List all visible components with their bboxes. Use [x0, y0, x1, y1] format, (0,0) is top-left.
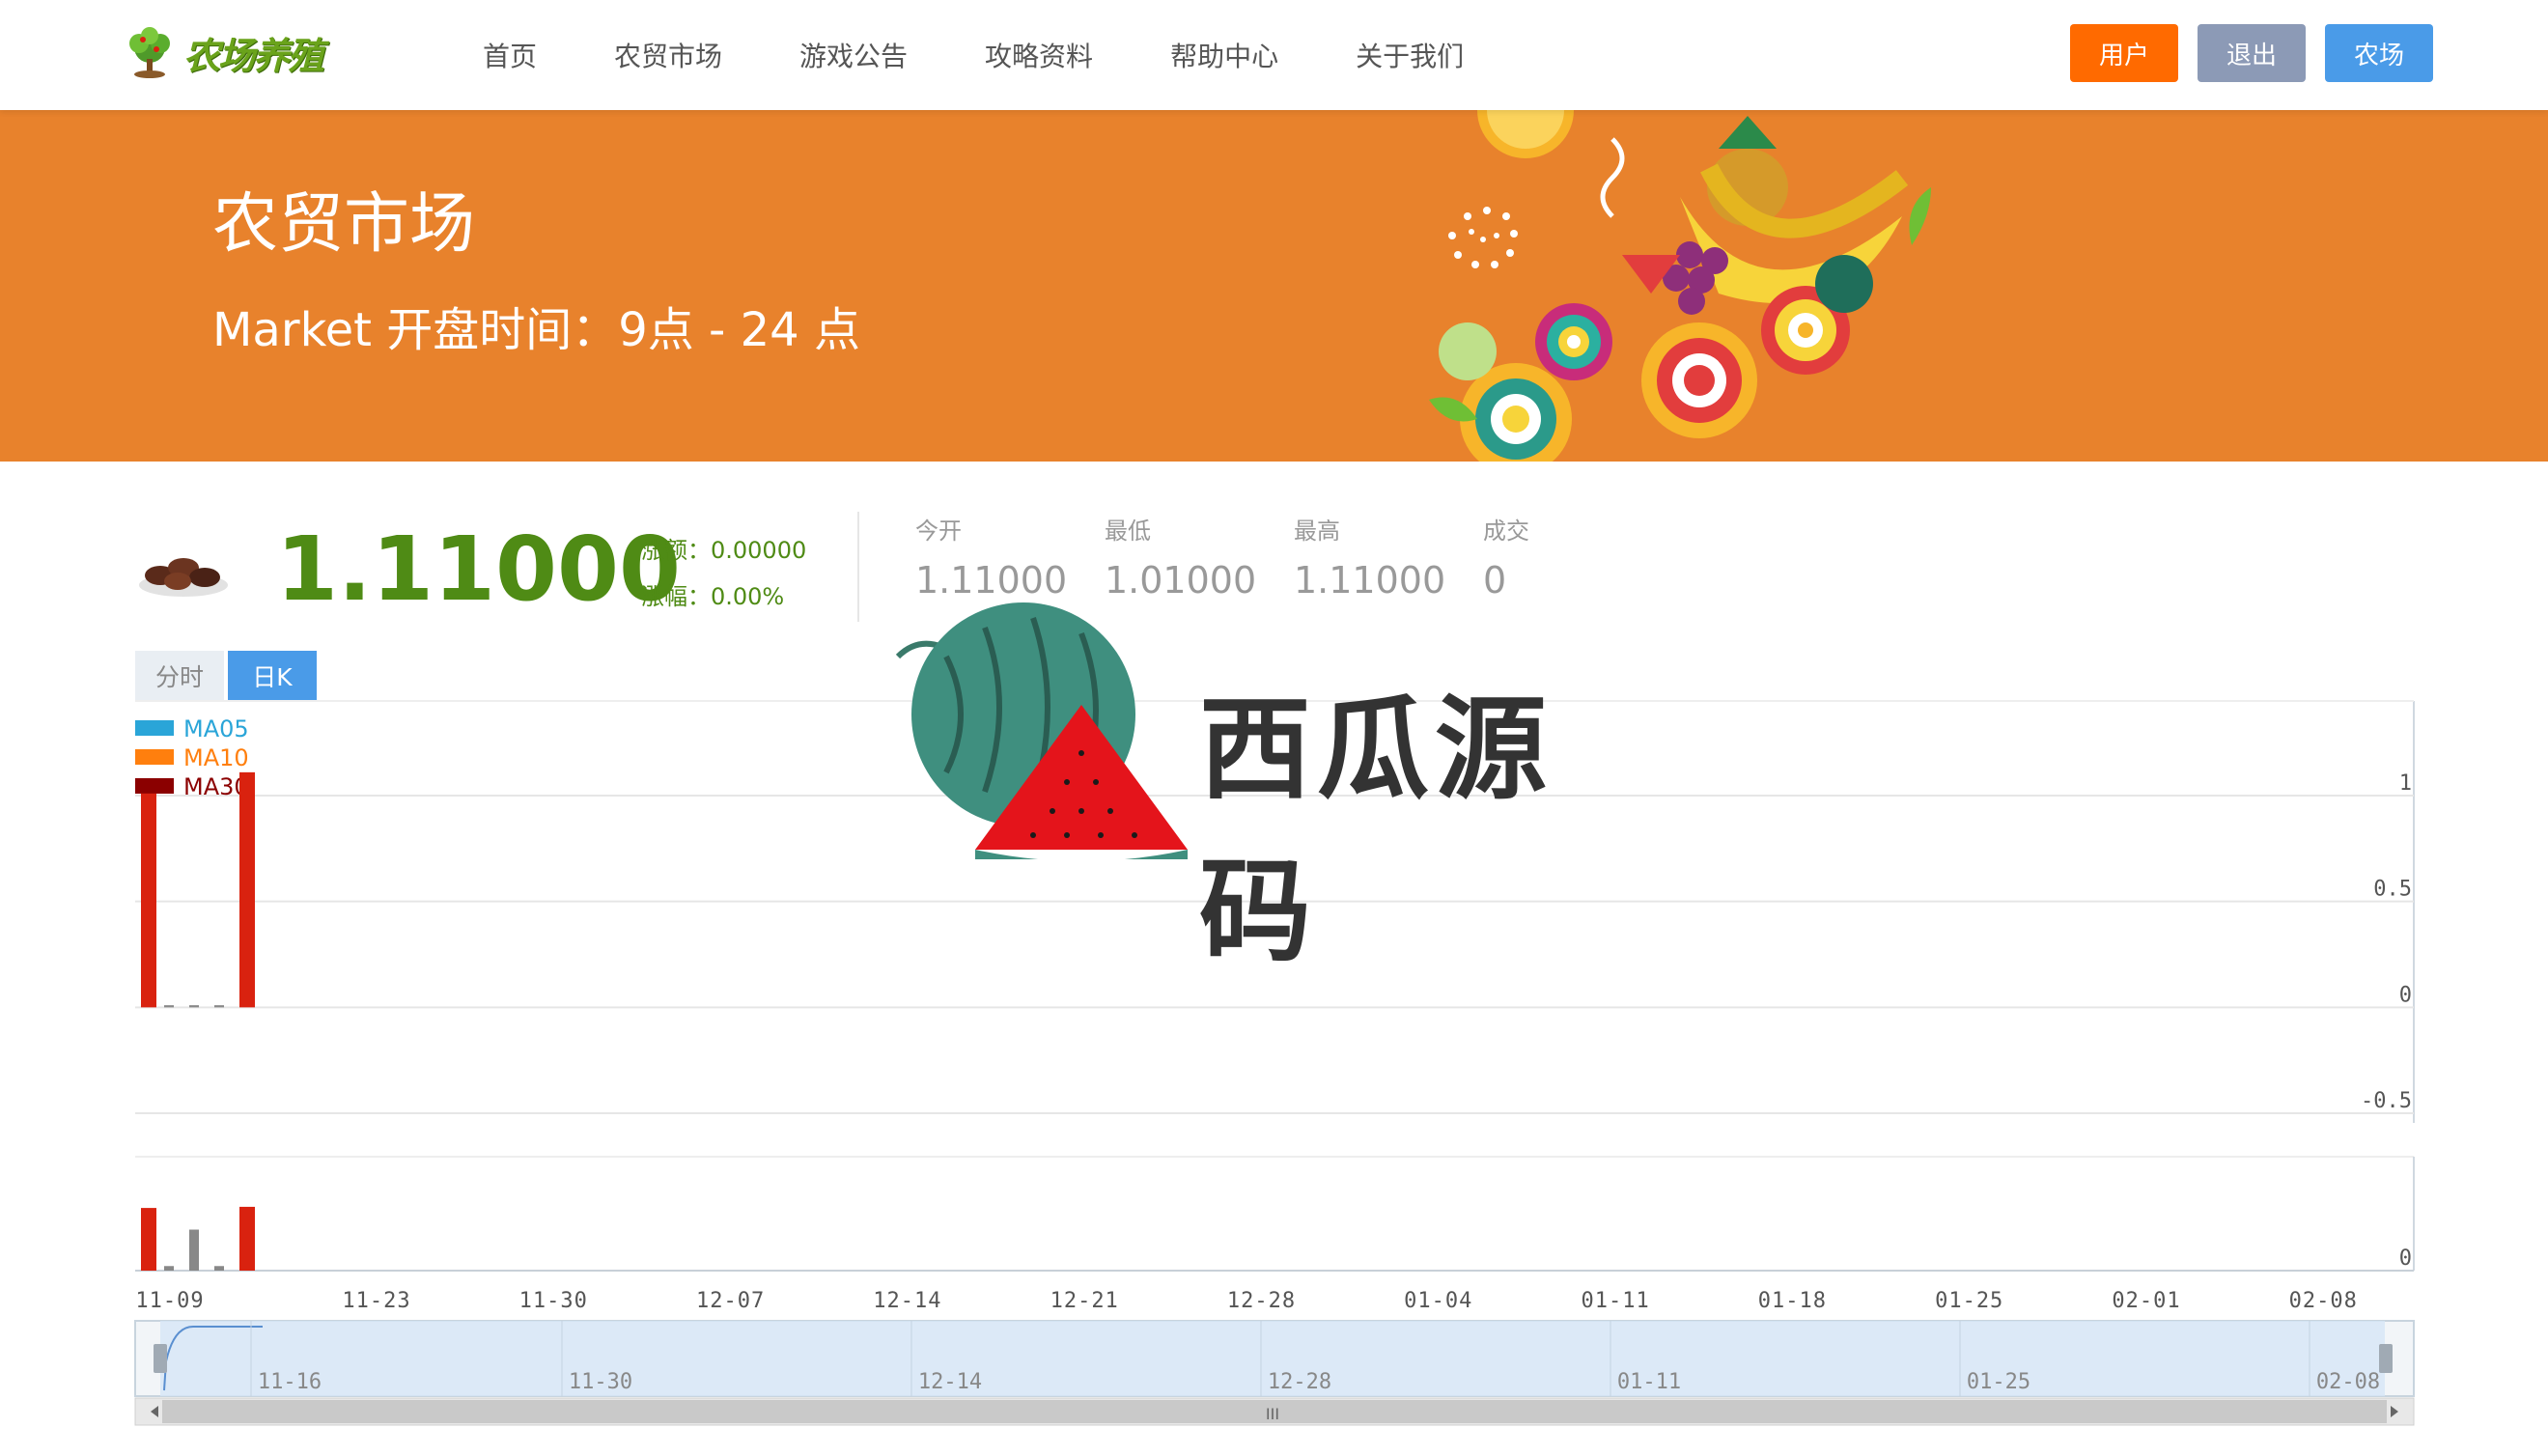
zoom-label: 01-11: [1617, 1370, 1681, 1394]
volume-bar: [214, 1266, 224, 1271]
site-logo[interactable]: 农场养殖: [122, 23, 324, 81]
zoom-label: 12-14: [918, 1370, 982, 1394]
x-axis-label: 01-18: [1758, 1289, 1827, 1313]
x-axis-label: 11-09: [135, 1289, 204, 1313]
x-axis-label: 12-28: [1227, 1289, 1296, 1313]
price-candle: [239, 771, 255, 1008]
x-axis-label: 01-25: [1935, 1289, 2003, 1313]
x-axis-label: 11-30: [519, 1289, 588, 1313]
farm-button[interactable]: 农场: [2325, 24, 2433, 82]
price-tick-label: 0: [2399, 983, 2412, 1007]
zoom-handle-right[interactable]: [2379, 1344, 2393, 1373]
stat-open-label: 今开: [915, 518, 962, 545]
nav-help[interactable]: 帮助中心: [1170, 36, 1278, 74]
legend-label: MA30: [183, 773, 249, 800]
volume-bar: [239, 1206, 255, 1271]
logo-text: 农场养殖: [183, 34, 324, 77]
zoom-handle-left[interactable]: [154, 1344, 167, 1373]
change-percent: 涨幅：0.00%: [641, 583, 785, 610]
x-axis-label: 01-04: [1404, 1289, 1472, 1313]
zoom-label: 01-25: [1967, 1370, 2030, 1394]
beans-icon: [139, 558, 228, 597]
zoom-label: 11-30: [569, 1370, 632, 1394]
x-axis-label: 11-23: [342, 1289, 410, 1313]
watermark-text: 西瓜源码: [1199, 685, 1553, 977]
stat-low-label: 最低: [1105, 518, 1151, 545]
banner-title: 农贸市场: [212, 186, 476, 263]
x-axis-label: 12-07: [696, 1289, 765, 1313]
main-nav: 首页 农贸市场 游戏公告 攻略资料 帮助中心 关于我们: [483, 0, 1541, 110]
price-candle: [164, 1005, 174, 1008]
stat-high-label: 最高: [1294, 518, 1340, 545]
x-axis-label: 02-08: [2289, 1289, 2358, 1313]
banner-subtitle: Market 开盘时间：9点 - 24 点: [212, 303, 860, 357]
x-axis-label: 01-11: [1581, 1289, 1649, 1313]
price-candle: [214, 1005, 224, 1008]
volume-bar: [141, 1208, 156, 1271]
legend-swatch: [135, 778, 174, 794]
current-price: 1.11000: [276, 518, 682, 621]
x-axis-label: 12-14: [873, 1289, 941, 1313]
zoom-label: 02-08: [2316, 1370, 2380, 1394]
top-header: 农场养殖 首页 农贸市场 游戏公告 攻略资料 帮助中心 关于我们 用户 退出 农…: [0, 0, 2548, 110]
legend-swatch: [135, 749, 174, 765]
tab-daily-k[interactable]: 日K: [228, 651, 317, 701]
quote-divider: [857, 512, 859, 622]
x-axis-label: 02-01: [2112, 1289, 2180, 1313]
zoom-label: 12-28: [1268, 1370, 1331, 1394]
watermelon-icon: [895, 602, 1188, 859]
price-tick-label: -0.5: [2361, 1089, 2412, 1113]
zoom-selection: [160, 1321, 2385, 1396]
horizontal-scrollbar[interactable]: [134, 1397, 2415, 1426]
legend-swatch: [135, 720, 174, 736]
volume-bar: [164, 1266, 174, 1271]
price-candle: [141, 793, 156, 1008]
volume-bar: [189, 1229, 199, 1271]
price-candle: [189, 1005, 199, 1008]
change-amount: 涨额：0.00000: [641, 537, 807, 564]
zoom-track: [134, 1320, 2415, 1397]
volume-tick-label: 0: [2399, 1246, 2412, 1271]
market-banner: 农贸市场 Market 开盘时间：9点 - 24 点: [0, 110, 2548, 462]
zoom-label: 11-16: [258, 1370, 322, 1394]
tab-intraday[interactable]: 分时: [135, 651, 224, 701]
fruit-illustration: [1429, 110, 1931, 462]
legend-label: MA05: [183, 715, 249, 742]
stat-volume-label: 成交: [1483, 518, 1529, 545]
nav-guides[interactable]: 攻略资料: [985, 36, 1093, 74]
nav-announcements[interactable]: 游戏公告: [799, 36, 908, 74]
legend-label: MA10: [183, 744, 249, 771]
nav-market[interactable]: 农贸市场: [614, 36, 722, 74]
price-tick-label: 0.5: [2373, 878, 2412, 902]
x-axis-label: 12-21: [1050, 1289, 1119, 1313]
logout-button[interactable]: 退出: [2198, 24, 2306, 82]
price-tick-label: 1: [2399, 771, 2412, 796]
nav-about[interactable]: 关于我们: [1356, 36, 1464, 74]
zoom-preview-line: [163, 1326, 263, 1391]
nav-home[interactable]: 首页: [483, 36, 537, 74]
watermark: 西瓜源码: [888, 589, 1661, 977]
tree-logo-icon: [129, 27, 170, 78]
user-button[interactable]: 用户: [2070, 24, 2178, 82]
chart-tabs: 分时 日K: [135, 651, 317, 701]
